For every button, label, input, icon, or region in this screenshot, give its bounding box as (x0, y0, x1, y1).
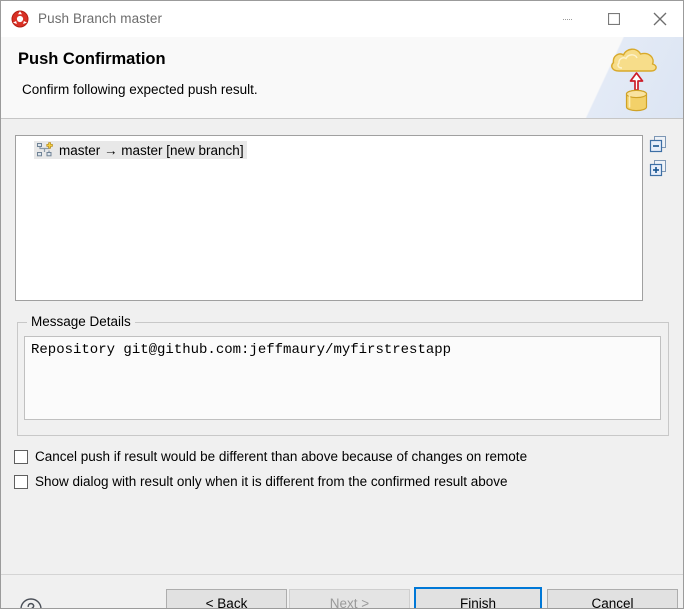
git-push-icon (11, 10, 29, 28)
message-details-label: Message Details (27, 314, 135, 329)
option-show-dialog-row[interactable]: Show dialog with result only when it is … (14, 469, 664, 494)
dialog-body: master → master [new branch] Message Det… (1, 119, 683, 574)
expand-all-button[interactable] (649, 159, 667, 177)
message-details-text: Repository git@github.com:jeffmaury/myfi… (31, 342, 452, 358)
page-title: Push Confirmation (18, 50, 166, 68)
cancel-button[interactable]: Cancel (547, 589, 678, 608)
minimize-button[interactable] (545, 1, 591, 36)
message-details-group: Message Details Repository git@github.co… (17, 314, 669, 436)
finish-button[interactable]: Finish (414, 587, 542, 608)
message-details-text-area[interactable]: Repository git@github.com:jeffmaury/myfi… (24, 336, 661, 420)
show-dialog-label: Show dialog with result only when it is … (35, 474, 508, 489)
collapse-all-button[interactable] (649, 135, 667, 153)
cloud-upload-database-icon (605, 43, 667, 113)
push-confirmation-dialog: Push Branch master Push Confirmation Con… (0, 0, 684, 609)
back-button[interactable]: < Back (166, 589, 287, 608)
dialog-header: Push Confirmation Confirm following expe… (1, 37, 683, 119)
page-subtitle: Confirm following expected push result. (22, 82, 258, 97)
next-button: Next > (289, 589, 410, 608)
tree-item[interactable]: master → master [new branch] (34, 141, 247, 159)
maximize-button[interactable] (591, 1, 637, 36)
maximize-icon (608, 12, 620, 25)
close-icon (653, 12, 667, 25)
title-bar: Push Branch master (1, 1, 683, 37)
minimize-icon (563, 18, 573, 20)
dialog-footer: < Back Next > Finish Cancel (1, 574, 683, 608)
close-button[interactable] (637, 1, 683, 36)
option-cancel-push-row[interactable]: Cancel push if result would be different… (14, 444, 664, 469)
show-dialog-checkbox[interactable] (14, 474, 28, 489)
window-title: Push Branch master (38, 11, 163, 26)
tree-item-label: master → master [new branch] (59, 142, 244, 158)
push-result-tree[interactable]: master → master [new branch] (15, 135, 643, 301)
options-list: Cancel push if result would be different… (14, 444, 664, 494)
new-branch-icon (36, 142, 54, 158)
tree-toolbar (649, 135, 671, 183)
help-icon[interactable] (19, 597, 43, 608)
cancel-push-label: Cancel push if result would be different… (35, 449, 528, 464)
window-controls (545, 1, 683, 36)
cancel-push-checkbox[interactable] (14, 449, 28, 464)
